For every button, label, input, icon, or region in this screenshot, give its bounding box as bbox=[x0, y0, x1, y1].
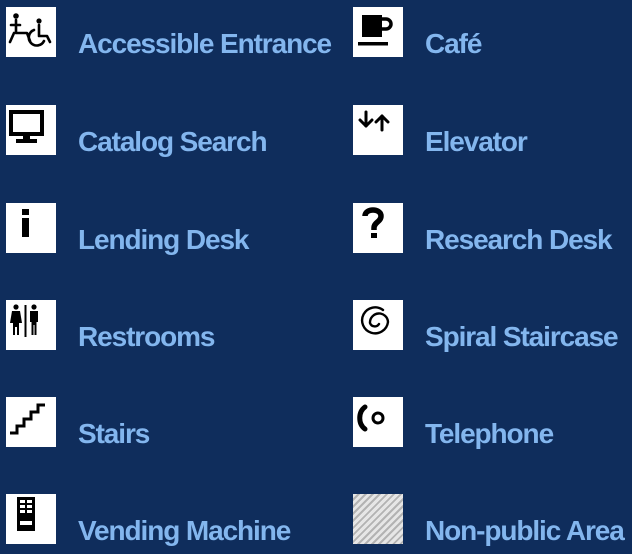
stairs-icon bbox=[6, 397, 56, 447]
elevator-icon bbox=[353, 105, 403, 155]
legend-label: Café bbox=[425, 28, 482, 59]
legend-label: Spiral Staircase bbox=[425, 321, 619, 352]
legend-label: Vending Machine bbox=[78, 515, 291, 546]
map-legend: Accessible Entrance Café Catalog Search bbox=[0, 0, 632, 549]
cafe-icon bbox=[353, 7, 403, 57]
hatched-area-icon bbox=[353, 494, 403, 544]
telephone-icon bbox=[353, 397, 403, 447]
restroom-icon bbox=[6, 300, 56, 350]
legend-label: Research Desk bbox=[425, 224, 613, 255]
vending-machine-icon bbox=[6, 494, 56, 544]
legend-label: Stairs bbox=[78, 418, 150, 449]
legend-label: Accessible Entrance bbox=[78, 28, 332, 59]
legend-label: Telephone bbox=[425, 418, 554, 449]
question-icon bbox=[353, 203, 403, 253]
legend-label: Lending Desk bbox=[78, 224, 249, 255]
legend-label: Catalog Search bbox=[78, 126, 268, 157]
legend-label: Elevator bbox=[425, 126, 528, 157]
spiral-icon bbox=[353, 300, 403, 350]
computer-icon bbox=[6, 105, 56, 155]
accessible-entrance-icon bbox=[6, 7, 56, 57]
legend-label: Restrooms bbox=[78, 321, 215, 352]
legend-label: Non-public Area bbox=[425, 515, 625, 546]
info-icon bbox=[6, 203, 56, 253]
